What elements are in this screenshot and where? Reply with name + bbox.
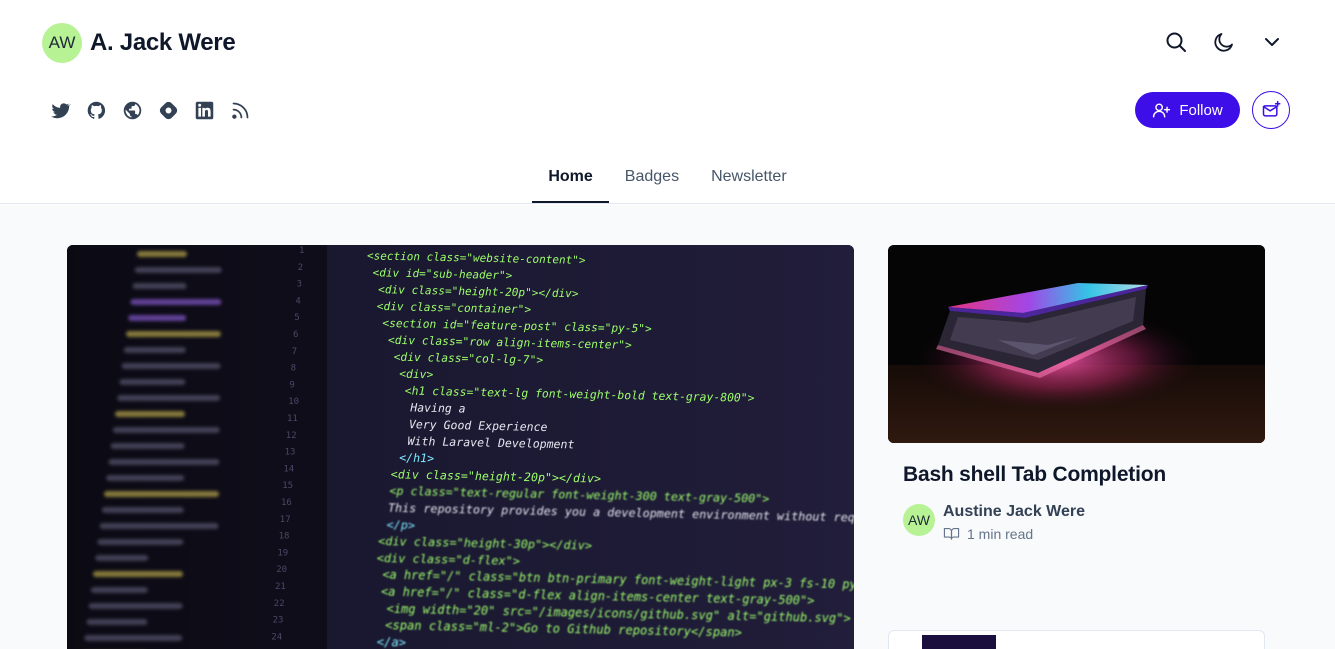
file-tree-item (112, 427, 220, 433)
next-post-card[interactable] (888, 630, 1265, 649)
file-tree-item (84, 635, 183, 641)
file-tree-item (115, 411, 185, 417)
line-number: 17 (280, 515, 291, 525)
file-tree-item (134, 267, 222, 273)
file-tree-item (93, 571, 183, 577)
read-time-label: 1 min read (967, 525, 1034, 542)
globe-icon[interactable] (121, 99, 143, 121)
laptop-image (888, 245, 1265, 443)
file-tree-item (97, 539, 184, 545)
rss-icon[interactable] (229, 99, 251, 121)
code-line: </a> (377, 635, 406, 649)
file-tree-item (86, 619, 148, 625)
line-number: 21 (275, 582, 286, 592)
tab-badges[interactable]: Badges (609, 156, 695, 203)
blog-brand[interactable]: AW A. Jack Were (42, 23, 236, 63)
post-title[interactable]: Bash shell Tab Completion (903, 463, 1265, 487)
post-author: AW Austine Jack Were 1 min read (903, 503, 1265, 542)
line-number: 19 (277, 548, 288, 558)
github-icon[interactable] (85, 99, 107, 121)
line-number: 22 (274, 599, 285, 609)
line-number: 14 (283, 464, 294, 474)
file-tree-item (130, 299, 222, 305)
line-number: 16 (281, 498, 292, 508)
mail-plus-icon (1262, 100, 1281, 117)
code-line: Having a (409, 400, 465, 415)
line-number: 11 (287, 414, 298, 424)
file-tree-item (106, 475, 185, 481)
line-number: 18 (279, 532, 290, 542)
line-number: 13 (285, 448, 296, 458)
blog-avatar[interactable]: AW (42, 23, 82, 63)
line-number: 23 (273, 616, 284, 626)
file-tree-item (117, 395, 221, 401)
file-tree-item (121, 363, 221, 369)
tab-newsletter[interactable]: Newsletter (695, 156, 803, 203)
line-number: 12 (286, 431, 297, 441)
book-open-icon (943, 527, 960, 540)
blog-title[interactable]: A. Jack Were (90, 29, 236, 57)
newsletter-subscribe-button[interactable] (1252, 91, 1290, 129)
line-number: 7 (292, 347, 297, 357)
author-info: Austine Jack Were 1 min read (943, 503, 1085, 542)
code-line: </h1> (399, 451, 434, 466)
featured-post-cover[interactable]: <section class="website-content"> 1 <div i… (67, 245, 854, 649)
twitter-icon[interactable] (49, 99, 71, 121)
file-tree-item (101, 507, 184, 513)
file-tree-item (119, 379, 186, 385)
read-time: 1 min read (943, 525, 1085, 542)
file-tree-item (108, 459, 220, 465)
blog-nav-tabs: Home Badges Newsletter (0, 156, 1335, 203)
code-editor-image: <section class="website-content">1<div i… (67, 245, 854, 649)
post-card: Bash shell Tab Completion AW Austine Jac… (888, 245, 1265, 542)
chevron-down-icon[interactable] (1259, 28, 1285, 56)
blog-header: AW A. Jack Were Follow Home Badges Newsl… (0, 0, 1335, 204)
code-line: <div class="d-flex"> (377, 551, 520, 568)
file-tree-item (126, 331, 221, 337)
main-content: <section class="website-content"> 1 <div i… (0, 205, 1335, 649)
file-tree-item (90, 587, 148, 593)
code-line: <div> (399, 367, 433, 382)
file-tree-item (110, 443, 185, 449)
file-tree-item (88, 603, 183, 609)
author-avatar[interactable]: AW (903, 504, 935, 536)
file-tree-item (104, 491, 219, 497)
hashnode-icon[interactable] (157, 99, 179, 121)
code-line: Very Good Experience (409, 417, 548, 434)
line-number: 5 (294, 313, 299, 323)
user-plus-icon (1153, 102, 1171, 118)
social-links (49, 99, 251, 121)
search-icon[interactable] (1163, 28, 1189, 56)
file-tree-item (123, 347, 186, 353)
code-line: </p> (387, 517, 415, 532)
line-number: 9 (289, 380, 294, 390)
line-number: 24 (271, 632, 282, 642)
follow-button[interactable]: Follow (1135, 92, 1240, 128)
linkedin-icon[interactable] (193, 99, 215, 121)
line-number: 20 (276, 565, 287, 575)
line-number: 8 (291, 364, 296, 374)
author-name[interactable]: Austine Jack Were (943, 503, 1085, 521)
line-number: 4 (295, 296, 300, 306)
file-tree-item (128, 315, 187, 321)
moon-icon[interactable] (1211, 28, 1237, 56)
file-tree-item (137, 251, 187, 257)
next-post-cover[interactable] (922, 635, 996, 649)
line-number: 6 (293, 330, 298, 340)
line-number: 10 (288, 397, 299, 407)
line-number: 1 (299, 246, 304, 256)
file-tree-item (99, 523, 219, 529)
header-actions (1163, 28, 1285, 56)
post-cover-image[interactable] (888, 245, 1265, 443)
follow-label: Follow (1179, 101, 1223, 119)
line-number: 2 (298, 263, 303, 273)
file-tree-item (95, 555, 149, 561)
line-number: 3 (297, 280, 302, 290)
file-tree-item (132, 283, 187, 289)
line-number: 15 (282, 481, 293, 491)
tab-home[interactable]: Home (532, 156, 609, 203)
